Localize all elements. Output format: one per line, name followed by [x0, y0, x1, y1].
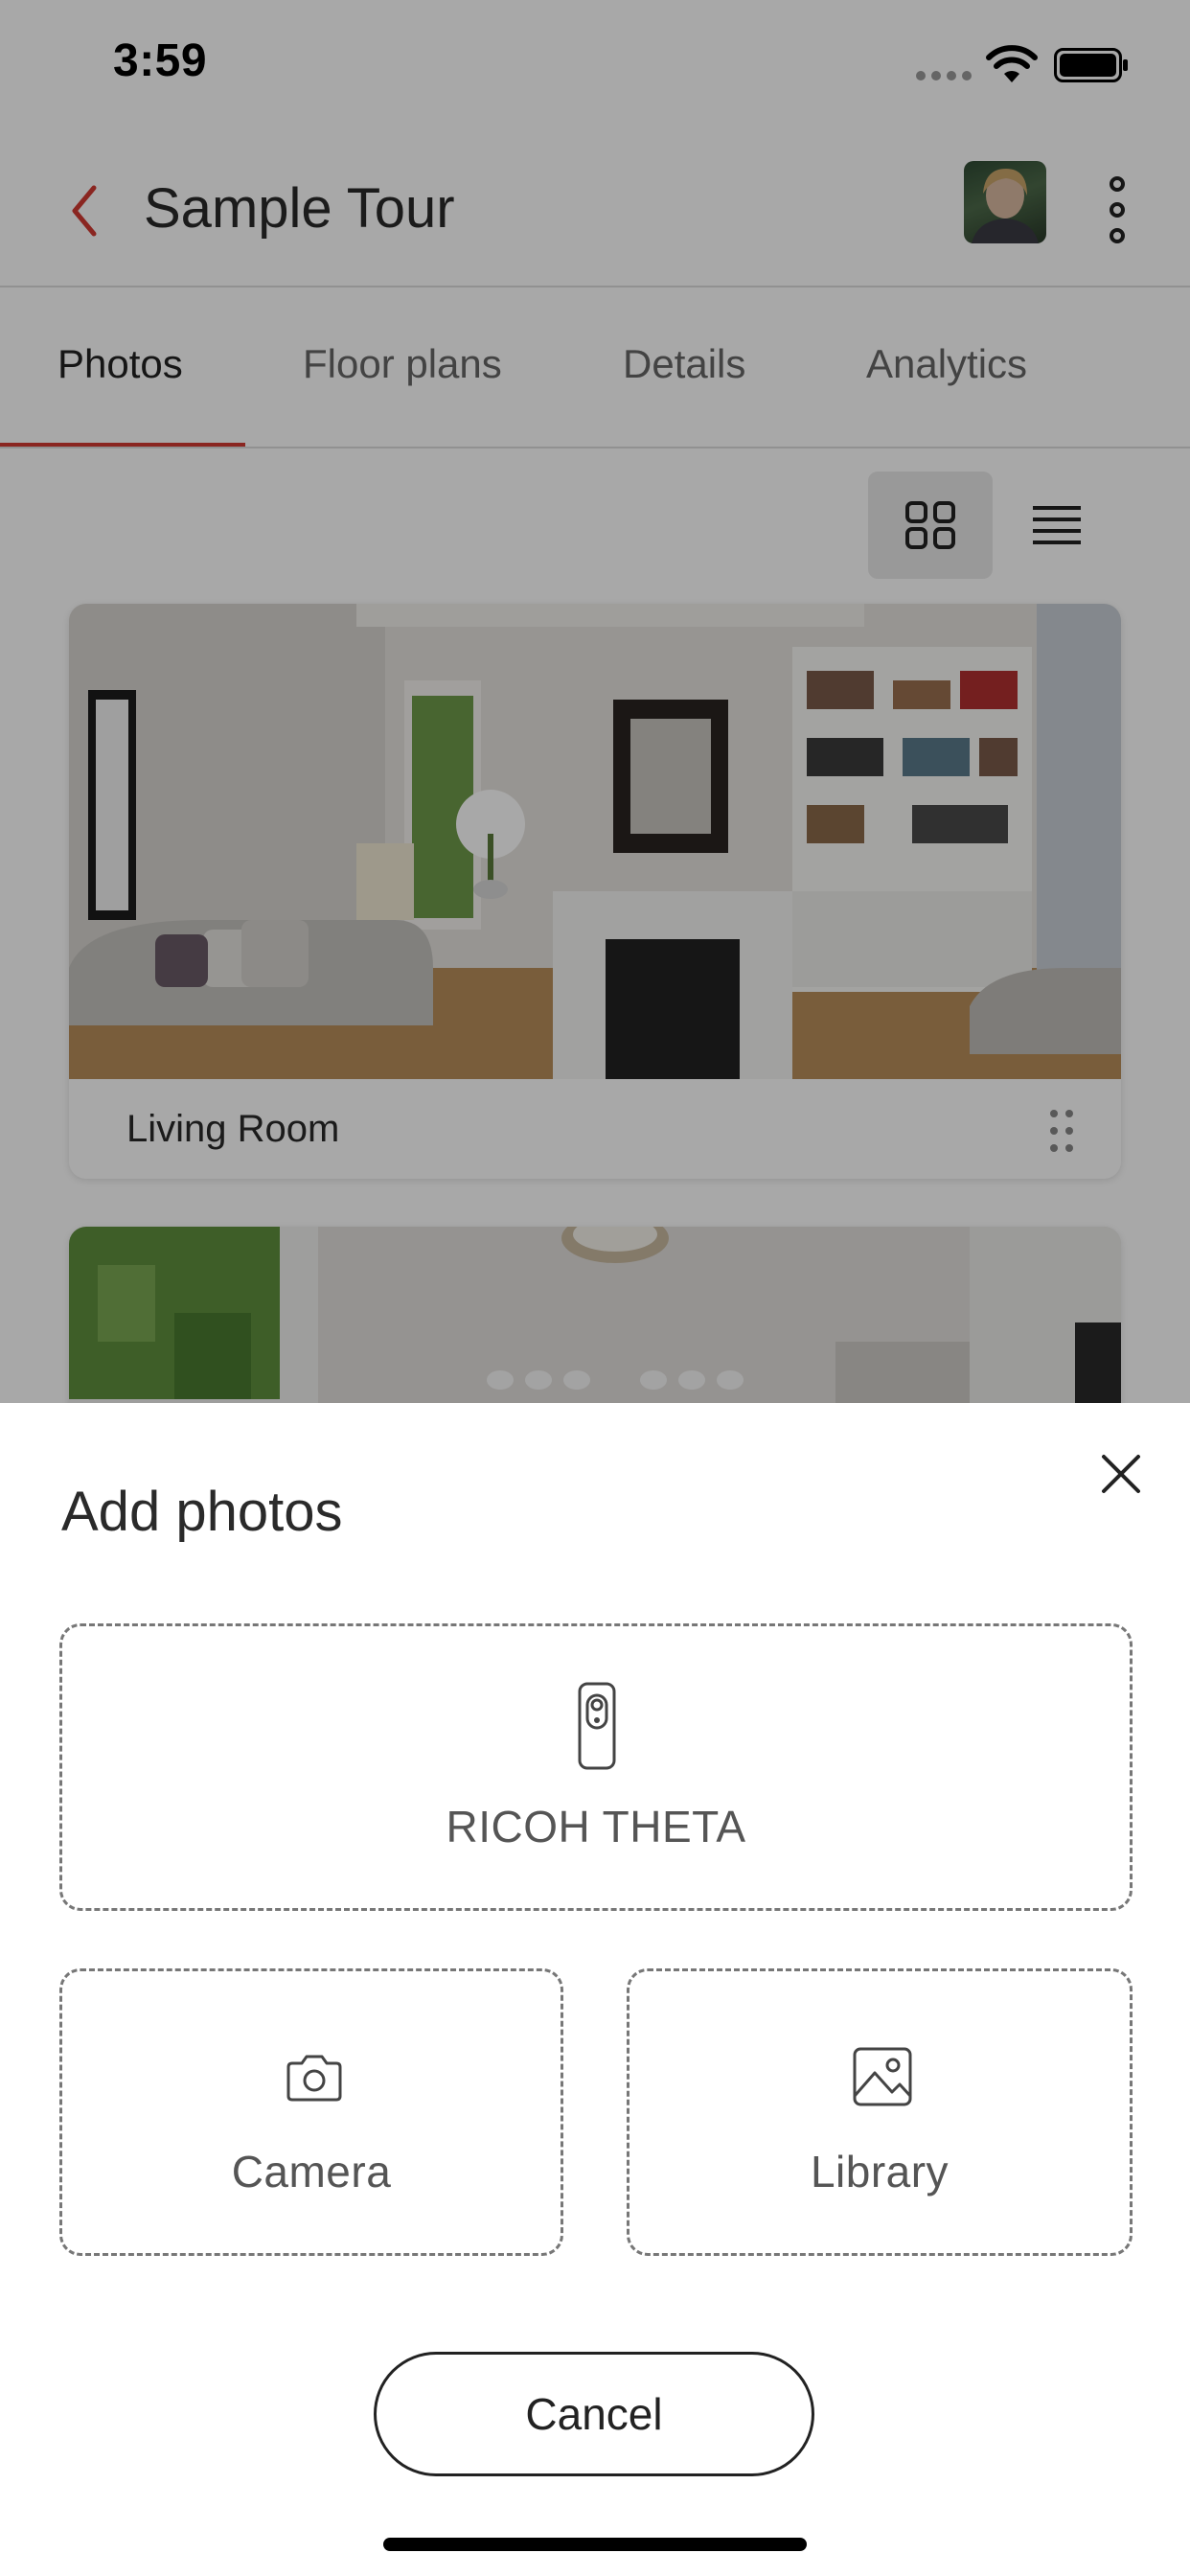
- ricoh-theta-option[interactable]: RICOH THETA: [59, 1623, 1133, 1911]
- library-option[interactable]: Library: [627, 1968, 1133, 2256]
- camera-icon: [286, 2055, 342, 2102]
- ricoh-theta-icon: [578, 1682, 616, 1770]
- library-icon: [853, 2047, 912, 2106]
- camera-option[interactable]: Camera: [59, 1968, 563, 2256]
- home-indicator: [383, 2538, 807, 2551]
- close-icon[interactable]: [1098, 1451, 1144, 1497]
- add-photos-sheet: Add photos RICOH THETA Camera Library Ca…: [0, 1403, 1190, 2576]
- camera-label: Camera: [231, 2147, 392, 2196]
- ricoh-theta-label: RICOH THETA: [446, 1802, 746, 1852]
- library-label: Library: [810, 2147, 950, 2196]
- dim-overlay[interactable]: [0, 0, 1190, 1403]
- cancel-button[interactable]: Cancel: [374, 2352, 814, 2476]
- sheet-title: Add photos: [61, 1481, 343, 1543]
- tour-screen: 3:59 Sample Tour Photos Floor plans Deta…: [0, 0, 1190, 1403]
